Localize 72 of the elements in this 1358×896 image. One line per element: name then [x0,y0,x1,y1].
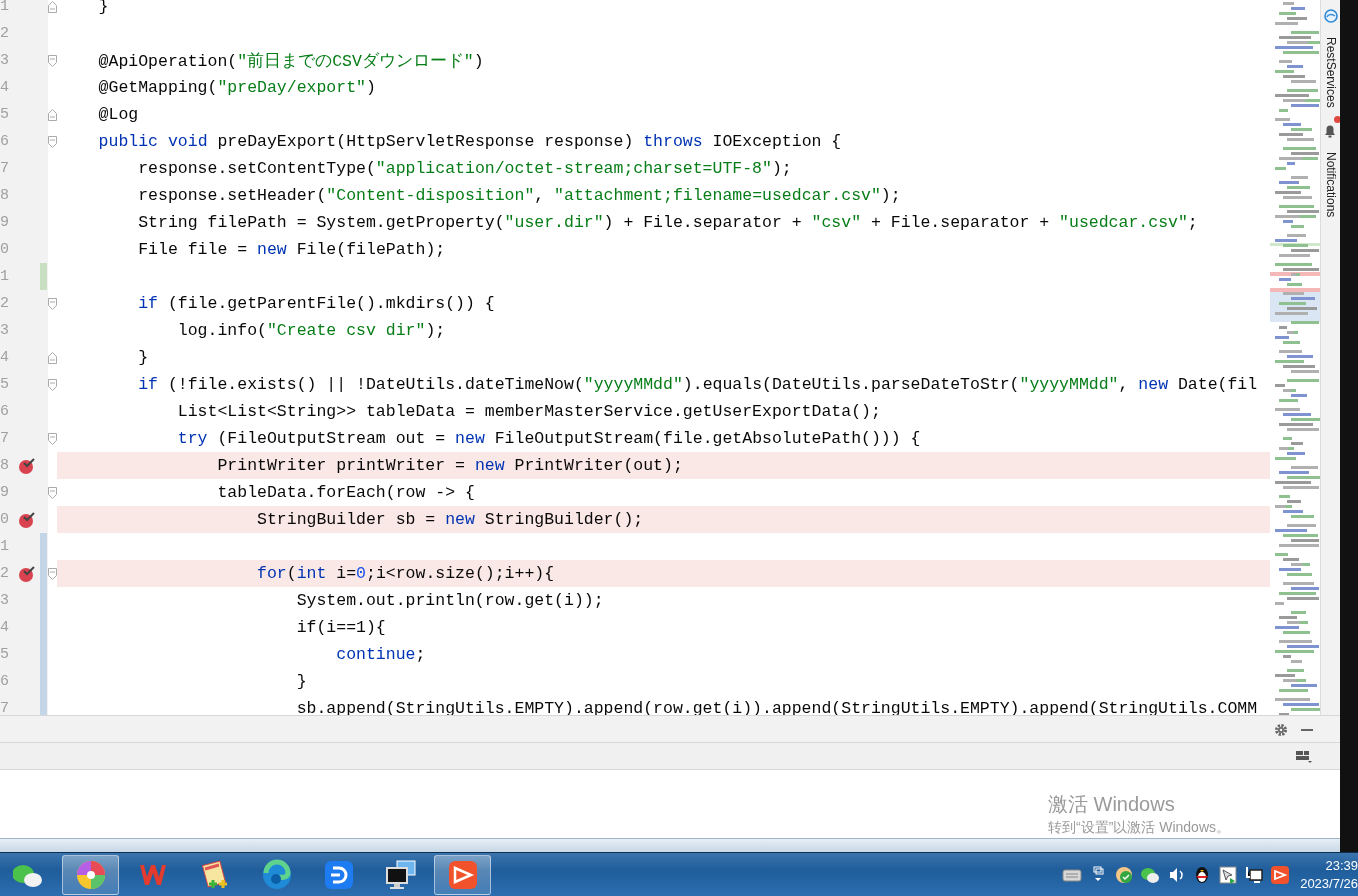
line-number: 7 [0,700,10,716]
code-line: public void preDayExport(HttpServletResponse response) throws IOException { [97,132,842,151]
line-number: 6 [0,403,10,420]
code-line: List<List<String>> tableData = memberMasterService.getUserExportData(); [176,402,881,421]
code-line: if (!file.exists() || !DateUtils.dateTimeNow("yyyyMMdd").equals(DateUtils.parseDateToStr("yyyyMMdd", new Date(fil [137,375,1258,394]
activation-title: 激活 Windows [1048,792,1176,817]
line-number: 0 [0,241,10,258]
monitor-icon [384,858,417,891]
code-line: try (FileOutputStream out = new FileOutputStream(file.getAbsolutePath())) { [176,429,921,448]
pinwheel-icon [74,858,107,891]
code-line: if(i==1){ [295,618,386,637]
code-line: PrintWriter printWriter = new PrintWriter(out); [216,456,683,475]
code-line: System.out.println(row.get(i)); [295,591,604,610]
play-logo-icon [446,858,479,891]
code-line: String filePath = System.getProperty("user.dir") + File.separator + "csv" + File.separator + "usedcar.csv"; [137,213,1198,232]
line-number: 9 [0,214,10,231]
code-line: continue; [335,645,426,664]
cloud-icon[interactable] [1323,8,1338,23]
chat-bubbles-icon[interactable] [1140,865,1160,886]
line-number: 5 [0,646,10,663]
swirl-icon [260,858,293,891]
line-number: 4 [0,349,10,366]
line-number: 6 [0,133,10,150]
cursor-page-icon[interactable] [1218,865,1238,886]
clock-date: 2023/7/26 [1299,874,1358,893]
code-line: @Log [97,105,139,124]
code-line: } [137,348,149,367]
code-line: if (file.getParentFile().mkdirs()) { [137,294,495,313]
line-number: 4 [0,79,10,96]
breakpoint-icon[interactable] [17,510,36,529]
code-line: log.info("Create csv dir"); [176,321,446,340]
acorn-check-icon[interactable] [1114,865,1134,886]
line-number: 7 [0,160,10,177]
line-number: 0 [0,511,10,528]
line-number: 2 [0,295,10,312]
layout-icon[interactable] [1296,749,1312,764]
line-number: 7 [0,430,10,447]
line-number: 1 [0,538,10,555]
code-line: StringBuilder sb = new StringBuilder(); [256,510,644,529]
line-number: 2 [0,565,10,582]
breakpoint-icon[interactable] [17,564,36,583]
code-line: @ApiOperation("前日までのCSVダウンロード") [97,50,484,72]
line-number: 6 [0,673,10,690]
d-logo-icon [322,858,355,891]
line-number: 8 [0,187,10,204]
line-number: 2 [0,25,10,42]
code-line: for(int i=0;i<row.size();i++){ [256,564,555,583]
clock-time: 23:39 [1324,856,1358,875]
breakpoint-icon[interactable] [17,456,36,475]
line-number: 4 [0,619,10,636]
line-number: 5 [0,106,10,123]
horizontal-scrollbar[interactable] [0,838,1340,852]
line-number: 1 [0,268,10,285]
activation-hint: 转到“设置”以激活 Windows。 [1048,818,1230,838]
line-number: 3 [0,322,10,339]
code-line: response.setHeader("Content-disposition", "attachment;filename=usedcar.csv"); [137,186,901,205]
play-logo-icon[interactable] [1270,865,1290,886]
line-number: 8 [0,457,10,474]
line-number: 3 [0,52,10,69]
tool-window-tab[interactable]: Notifications [1321,151,1340,218]
code-line: tableData.forEach(row -> { [216,483,475,502]
tool-window-tab[interactable]: RestServices [1321,37,1340,108]
line-number: 1 [0,0,10,15]
code-line: response.setContentType("application/octet-stream;charset=UTF-8"); [137,159,792,178]
network-icon[interactable] [1244,865,1264,886]
line-number: 3 [0,592,10,609]
line-number: 9 [0,484,10,501]
code-line: } [295,672,307,691]
line-number: 5 [0,376,10,393]
settings-icon[interactable] [1274,722,1288,737]
code-line: @GetMapping("preDay/export") [97,78,376,97]
code-line: File file = new File(filePath); [137,240,446,259]
